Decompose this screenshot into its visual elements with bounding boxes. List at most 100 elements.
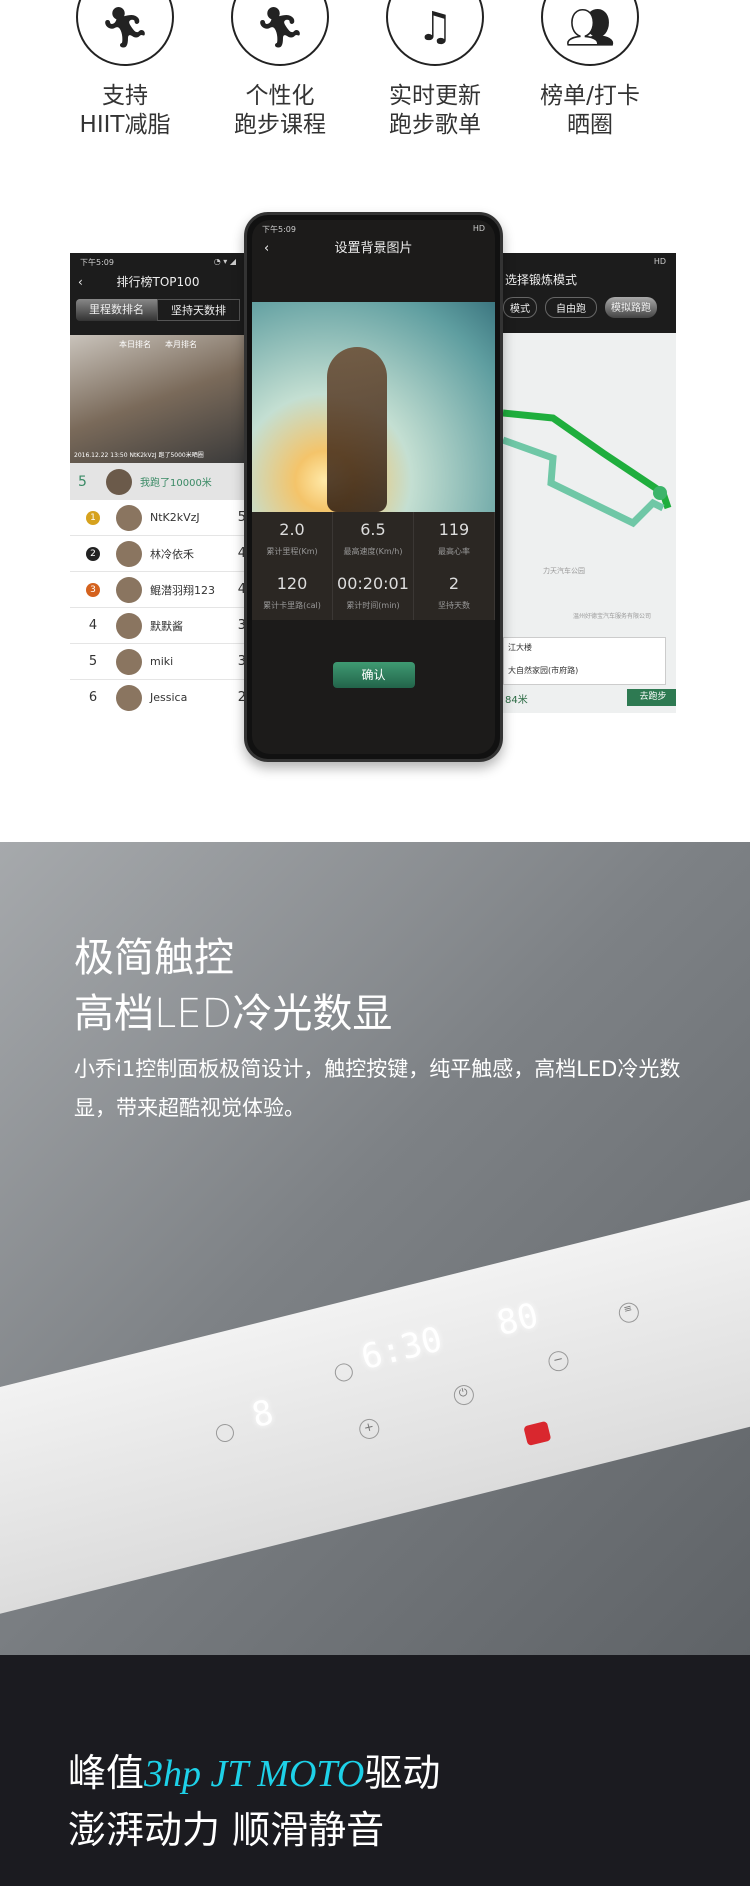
user-name: 林冷依禾 [150,547,194,561]
ranking-row[interactable]: 5 miki 3 [70,644,246,680]
back-icon[interactable]: ‹ [78,271,83,293]
tab-distance[interactable]: 里程数排名 [76,299,157,321]
treadmill-course-icon: 🏃︎ [231,0,329,66]
feature-hiit: 🏃︎ 支持 HIIT减脂 [50,0,200,140]
stat-value: 120 [276,574,308,593]
ranking-row[interactable]: 6 Jessica 2 [70,680,246,713]
back-icon[interactable]: ‹ [264,238,269,260]
tab-days[interactable]: 坚持天数排 [157,299,240,321]
avatar [116,684,142,711]
my-rank-text: 我跑了10000米 [140,478,212,489]
rank: 4 [88,618,98,633]
stat-value: 00:20:01 [337,574,409,593]
motor-title-pre: 峰值 [68,1751,145,1795]
user-name: miki [150,655,174,668]
ranking-row[interactable]: 3 鲲潜羽翔123 4 [70,572,246,608]
route-map[interactable]: 力天汽车公园 温州好德宝汽车服务有限公司 [503,333,676,633]
free-run-button[interactable]: 自由跑 [545,297,597,318]
feature-label: 跑步歌单 [389,112,481,138]
clock-icon[interactable] [332,1361,355,1384]
subtab-day[interactable]: 本日排名 [119,339,151,350]
control-panel: 8 6:30 80 + ⏻ − ≡ [0,1184,750,1616]
time-display: 6:30 [357,1319,447,1379]
background-screen: 下午5:09 HD ‹ 设置背景图片 2.0 累计里程(Km) 6.5 最高速度(Km/h… [252,220,495,754]
minus-button[interactable]: − [546,1349,571,1374]
plus-button[interactable]: + [357,1416,382,1442]
stat-label: 最高心率 [437,547,470,556]
mode-button[interactable]: 模式 [503,297,537,318]
screen-title: 设置背景图片 [334,241,413,256]
ranking-row[interactable]: 4 默默酱 3 [70,608,246,644]
stat-value: 2.0 [279,520,305,539]
stat-cell: 119 最高心率 [414,512,495,566]
stat-label: 最高速度(Km/h) [343,547,403,556]
power-button[interactable]: ⏻ [451,1382,477,1408]
ranking-screen: 下午5:09 ◔ ▾ ◢ ‹ 排行榜TOP100 里程数排名 坚持天数排 本日排名本… [70,253,246,713]
phone-center: 下午5:09 HD ‹ 设置背景图片 2.0 累计里程(Km) 6.5 最高速度(Km/h… [244,212,503,762]
user-name: 鲲潜羽翔123 [150,583,215,597]
running-hiit-icon: 🏃︎ [76,0,174,66]
touch-panel-section: 极简触控 高档LED冷光数显 小乔i1控制面板极简设计，触控按键，纯平触感，高档… [0,842,750,1657]
start-marker [653,486,667,500]
ranking-row[interactable]: 2 林冷依禾 4 [70,536,246,572]
people-ranking-icon: 👥︎ [541,0,639,66]
stat-cell: 2 坚持天数 [414,566,495,620]
motor-subtitle: 澎湃动力 顺滑静音 [68,1808,385,1852]
rank: 6 [88,690,98,705]
speed-icon[interactable] [214,1422,236,1444]
banner-caption: 2016.12.22 13:50 NtK2kVzJ 跑了5000米晒圈 [74,452,204,459]
feature-label: 榜单/打卡 [540,83,640,109]
background-photo[interactable] [252,302,495,512]
avatar [116,648,142,675]
map-label: 温州好德宝汽车服务有限公司 [573,612,651,620]
distance: 84米 [505,695,528,706]
user-name: Jessica [150,691,188,704]
speed-display: 8 [248,1392,278,1437]
from-field[interactable]: 江大楼 [508,642,661,653]
avatar [106,468,132,495]
stat-label: 累计时间(min) [346,601,400,610]
stat-label: 累计里程(Km) [266,547,318,556]
stat-value: 6.5 [360,520,386,539]
simulated-route-button[interactable]: 模拟路跑 [605,297,657,318]
status-hd: HD [472,224,485,233]
avatar [116,504,142,531]
status-time: 下午5:09 [80,258,114,267]
stat-cell: 2.0 累计里程(Km) [252,512,333,566]
status-hd: HD [653,257,666,266]
stat-value: 119 [438,520,470,539]
motor-section: 峰值3hp JT MOTO驱动 澎湃动力 顺滑静音 [0,1655,750,1886]
subtab-month[interactable]: 本月排名 [165,339,197,350]
screen-title: 选择锻炼模式 [505,273,578,287]
to-field[interactable]: 大自然家园(市府路) [508,665,661,676]
stat-cell: 6.5 最高速度(Km/h) [333,512,414,566]
user-name: NtK2kVzJ [150,511,200,524]
music-note-icon: ♫ [386,0,484,66]
feature-music: ♫ 实时更新 跑步歌单 [360,0,510,140]
rank: 2 [86,546,100,561]
section-title: 极简触控 [74,935,234,981]
rank: 1 [86,510,100,525]
stat-value: 2 [448,574,460,593]
route-inputs[interactable]: 江大楼大自然家园(市府路) [503,637,666,685]
motor-title: 峰值3hp JT MOTO驱动 [68,1745,440,1802]
feature-label: 个性化 [245,83,315,109]
feature-ranking: 👥︎ 榜单/打卡 晒圈 [515,0,665,140]
stat-label: 坚持天数 [437,601,470,610]
stat-cell: 00:20:01 累计时间(min) [333,566,414,620]
ranking-row[interactable]: 1 NtK2kVzJ 5 [70,500,246,536]
safety-key [523,1420,552,1447]
stat-cell: 120 累计卡里路(cal) [252,566,333,620]
banner-photo: 本日排名 本月排名 2016.12.22 13:50 NtK2kVzJ 跑了500… [70,335,246,463]
confirm-button[interactable]: 确认 [332,662,415,688]
go-run-button[interactable]: 去跑步 [627,689,676,706]
user-name: 默默酱 [150,619,183,633]
feature-label: 跑步课程 [234,112,326,138]
status-time: 下午5:09 [262,225,296,234]
my-rank: 5 [78,473,87,490]
avatar [116,612,142,639]
menu-button[interactable]: ≡ [616,1300,641,1325]
stat-label: 累计卡里路(cal) [263,601,321,610]
section-subtitle: 高档LED冷光数显 [74,991,393,1037]
incline-display: 80 [493,1295,543,1345]
